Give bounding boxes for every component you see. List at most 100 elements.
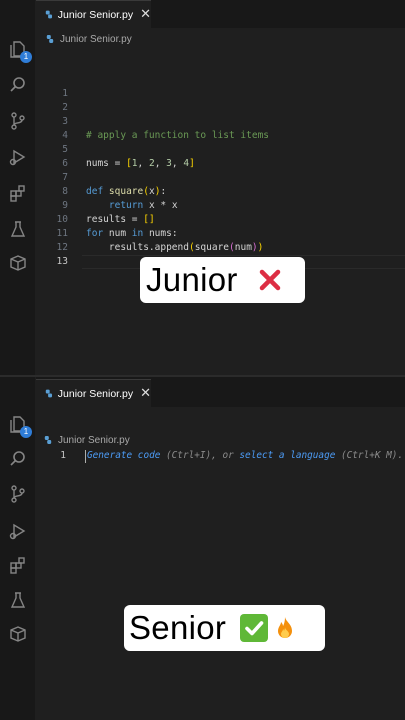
code-token: num <box>103 228 132 239</box>
python-icon <box>45 389 53 398</box>
code-token: x * x <box>143 200 178 211</box>
code-token: , <box>171 158 184 169</box>
code-token: return <box>108 200 144 211</box>
empty-editor-hint: Generate code (Ctrl+I), or select a lang… <box>87 449 403 463</box>
code-token: : <box>160 186 167 197</box>
run-debug-icon[interactable] <box>7 146 29 168</box>
breadcrumb: Junior Senior.py <box>46 31 132 47</box>
code-token: = <box>108 158 127 169</box>
cross-mark-icon <box>256 266 284 294</box>
line-number: 3 <box>62 116 68 127</box>
senior-panel: 1 Junior Senior.py ✕ Junior Senior.py 1 … <box>0 375 405 720</box>
hint-text: (Ctrl+K M). <box>335 450 404 461</box>
check-mark-icon <box>240 614 269 642</box>
close-icon[interactable]: ✕ <box>140 8 151 21</box>
explorer-icon[interactable]: 1 <box>7 38 32 63</box>
code-line[interactable]: 3 <box>36 115 405 129</box>
line-number: 12 <box>56 242 68 253</box>
extensions-icon[interactable] <box>7 182 29 204</box>
select-language-link[interactable]: select a language <box>239 450 335 461</box>
editor-senior: Junior Senior.py ✕ Junior Senior.py 1 Ge… <box>36 377 405 720</box>
line-number: 1 <box>60 450 66 461</box>
code-token: def <box>86 186 104 197</box>
generate-code-link[interactable]: Generate code <box>87 450 160 461</box>
source-control-icon[interactable] <box>7 483 29 505</box>
code-token: results <box>86 214 127 225</box>
code-line[interactable]: 2 <box>36 101 405 115</box>
code-token: ) <box>257 242 264 253</box>
hint-text: (Ctrl+I), or <box>160 450 240 461</box>
code-token: [] <box>143 214 155 225</box>
code-token: square <box>194 242 230 253</box>
tab-junior-senior-py[interactable]: Junior Senior.py ✕ <box>36 379 151 407</box>
breadcrumb: Junior Senior.py <box>44 432 130 448</box>
code-line[interactable]: 11 for num in nums: <box>36 227 405 241</box>
run-debug-icon[interactable] <box>7 520 29 542</box>
code-line[interactable]: 8 def square(x): <box>36 185 405 199</box>
search-icon[interactable] <box>7 448 29 470</box>
caption-text: Senior <box>129 609 227 646</box>
junior-panel: 1 Junior Senior.py ✕ Junior Senior.py 1 … <box>0 0 405 375</box>
code-line[interactable]: 7 <box>36 171 405 185</box>
code-line[interactable]: 12 results.append(square(num)) <box>36 241 405 255</box>
code-line[interactable]: 6 nums = [1, 2, 3, 4] <box>36 157 405 171</box>
source-control-icon[interactable] <box>7 110 29 132</box>
code-token: for <box>86 228 104 239</box>
code-line[interactable]: 10 results = [] <box>36 213 405 227</box>
explorer-icon[interactable]: 1 <box>7 413 32 438</box>
line-number: 9 <box>62 200 68 211</box>
line-source: results.append(square(num)) <box>86 241 264 255</box>
code-token: = <box>126 214 144 225</box>
search-icon[interactable] <box>7 74 29 96</box>
close-icon[interactable]: ✕ <box>140 387 151 400</box>
explorer-badge: 1 <box>20 51 32 63</box>
tab-junior-senior-py[interactable]: Junior Senior.py ✕ <box>36 0 151 28</box>
code-token: num <box>234 242 252 253</box>
code-token: nums: <box>143 228 178 239</box>
line-source: results = [] <box>86 213 155 227</box>
explorer-badge: 1 <box>20 426 32 438</box>
code-line[interactable]: 5 <box>36 143 405 157</box>
line-number: 4 <box>62 130 68 141</box>
code-line-1[interactable]: 1 Generate code (Ctrl+I), or select a la… <box>36 448 405 464</box>
code-token: # apply a function to list items <box>86 130 270 141</box>
tab-bar: Junior Senior.py ✕ <box>36 377 405 407</box>
remote-explorer-icon[interactable] <box>7 252 29 274</box>
extensions-icon[interactable] <box>7 554 29 576</box>
breadcrumb-file[interactable]: Junior Senior.py <box>58 435 130 446</box>
line-number: 1 <box>62 88 68 99</box>
remote-explorer-icon[interactable] <box>7 623 29 645</box>
python-icon <box>46 35 54 43</box>
python-icon <box>44 436 52 444</box>
code-token: , <box>154 158 167 169</box>
code-token: ] <box>189 158 195 169</box>
line-number: 8 <box>62 186 68 197</box>
editor-junior: Junior Senior.py ✕ Junior Senior.py 1234… <box>36 0 405 375</box>
line-number: 11 <box>56 228 68 239</box>
python-icon <box>45 10 53 19</box>
line-number: 5 <box>62 144 68 155</box>
code-line[interactable]: 9 return x * x <box>36 199 405 213</box>
fire-icon <box>271 614 299 642</box>
line-number: 7 <box>62 172 68 183</box>
code-line[interactable]: 1 <box>36 87 405 101</box>
testing-icon[interactable] <box>7 589 29 611</box>
tab-label: Junior Senior.py <box>57 387 134 400</box>
line-source: def square(x): <box>86 185 166 199</box>
caption-text: Junior <box>146 261 238 298</box>
code-token: in <box>131 228 144 239</box>
junior-caption: Junior <box>140 257 305 303</box>
code-token: , <box>137 158 149 169</box>
code-token: nums <box>86 158 109 169</box>
activity-bar: 1 <box>0 377 35 720</box>
line-source: # apply a function to list items <box>86 129 269 143</box>
testing-icon[interactable] <box>7 218 29 240</box>
line-number: 10 <box>56 214 68 225</box>
breadcrumb-file[interactable]: Junior Senior.py <box>60 34 132 45</box>
line-source: nums = [1, 2, 3, 4] <box>86 157 195 171</box>
text-caret <box>85 450 86 463</box>
line-source: return x * x <box>86 199 178 213</box>
senior-caption: Senior <box>124 605 325 651</box>
code-line[interactable]: 4 # apply a function to list items <box>36 129 405 143</box>
